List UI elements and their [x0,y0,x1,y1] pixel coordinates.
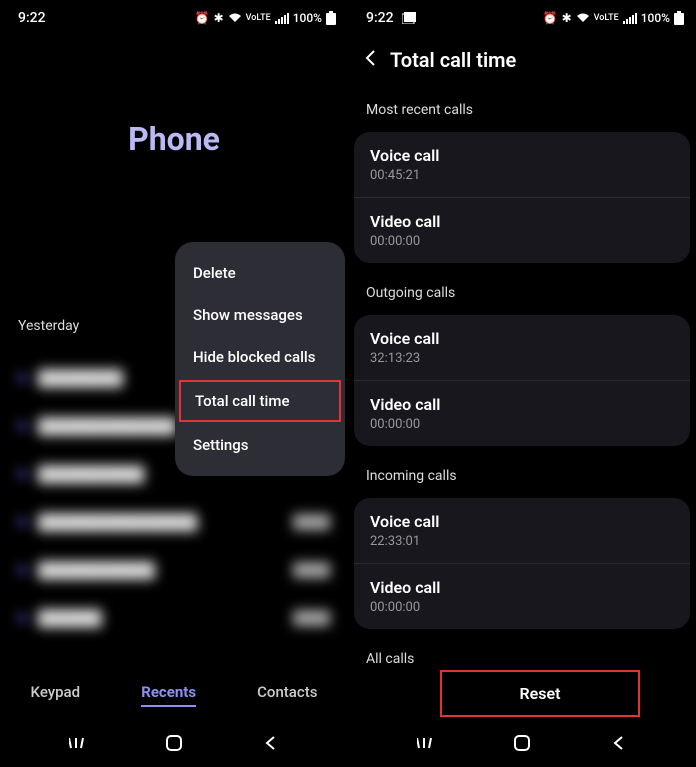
battery-icon [326,11,336,25]
stat-value: 00:45:21 [370,168,674,183]
wifi-icon [228,12,242,24]
signal-icon [623,12,637,24]
app-title: Phone [0,120,348,158]
stat-outgoing-voice[interactable]: Voice call 32:13:23 [354,315,690,381]
lte-icon: VoLTE [594,13,619,23]
home-nav-icon[interactable] [164,733,184,753]
page-title: Total call time [390,48,516,72]
menu-settings[interactable]: Settings [175,424,345,466]
stat-title: Video call [370,212,674,231]
section-outgoing: Outgoing calls [348,277,696,309]
nav-bar-right [348,719,696,767]
stat-title: Video call [370,578,674,597]
status-bar-left: 9:22 ⏰ ✱ VoLTE 100% [0,0,348,30]
wifi-icon [576,12,590,24]
back-nav-icon[interactable] [608,733,628,753]
stat-outgoing-video[interactable]: Video call 00:00:00 [354,381,690,446]
nav-bar-left [0,719,348,767]
status-right: ⏰ ✱ VoLTE 100% [195,11,336,25]
reset-button[interactable]: Reset [440,670,640,717]
tab-keypad[interactable]: Keypad [31,679,81,707]
section-incoming: Incoming calls [348,460,696,492]
stat-value: 00:00:00 [370,417,674,432]
status-right: ⏰ ✱ VoLTE 100% [543,11,684,25]
bottom-tabs: Keypad Recents Contacts [0,667,348,719]
stat-value: 00:00:00 [370,600,674,615]
menu-total-call-time[interactable]: Total call time [179,380,341,422]
stat-incoming-voice[interactable]: Voice call 22:33:01 [354,498,690,564]
stat-most-recent-voice[interactable]: Voice call 00:45:21 [354,132,690,198]
stat-title: Video call [370,395,674,414]
left-screen: 9:22 ⏰ ✱ VoLTE 100% Phone Yesterday ████… [0,0,348,767]
stat-value: 00:00:00 [370,234,674,249]
recents-nav-icon[interactable] [416,733,436,753]
right-screen: 9:22 ⏰ ✱ VoLTE 100% Total call time Most… [348,0,696,767]
section-most-recent: Most recent calls [348,94,696,126]
stat-most-recent-video[interactable]: Video call 00:00:00 [354,198,690,263]
call-row[interactable]: ███████████████ [18,546,330,594]
recents-nav-icon[interactable] [68,733,88,753]
home-nav-icon[interactable] [512,733,532,753]
tab-recents[interactable]: Recents [141,679,196,707]
group-most-recent: Voice call 00:45:21 Video call 00:00:00 [354,132,690,263]
group-incoming: Voice call 22:33:01 Video call 00:00:00 [354,498,690,629]
context-menu: Delete Show messages Hide blocked calls … [175,242,345,476]
alarm-icon: ⏰ [195,11,210,25]
lte-icon: VoLTE [246,13,271,23]
stat-value: 22:33:01 [370,534,674,549]
tab-contacts[interactable]: Contacts [257,679,317,707]
stat-value: 32:13:23 [370,351,674,366]
menu-show-messages[interactable]: Show messages [175,294,345,336]
back-nav-icon[interactable] [260,733,280,753]
battery-percent: 100% [641,11,670,25]
signal-icon [275,12,289,24]
status-time: 9:22 [366,10,394,26]
stat-title: Voice call [370,329,674,348]
call-row[interactable]: ███████████████████ [18,498,330,546]
status-bar-right: 9:22 ⏰ ✱ VoLTE 100% [348,0,696,30]
stat-title: Voice call [370,146,674,165]
alarm-icon: ⏰ [543,11,558,25]
menu-delete[interactable]: Delete [175,252,345,294]
battery-percent: 100% [293,11,322,25]
back-button[interactable] [364,48,376,72]
bluetooth-icon: ✱ [562,11,572,25]
header: Total call time [348,30,696,94]
battery-icon [674,11,684,25]
stat-incoming-video[interactable]: Video call 00:00:00 [354,564,690,629]
screenshot-icon [402,11,416,25]
status-time: 9:22 [18,10,46,26]
menu-hide-blocked[interactable]: Hide blocked calls [175,336,345,378]
call-row[interactable]: ██████████ [18,594,330,642]
stat-title: Voice call [370,512,674,531]
group-outgoing: Voice call 32:13:23 Video call 00:00:00 [354,315,690,446]
bluetooth-icon: ✱ [214,11,224,25]
